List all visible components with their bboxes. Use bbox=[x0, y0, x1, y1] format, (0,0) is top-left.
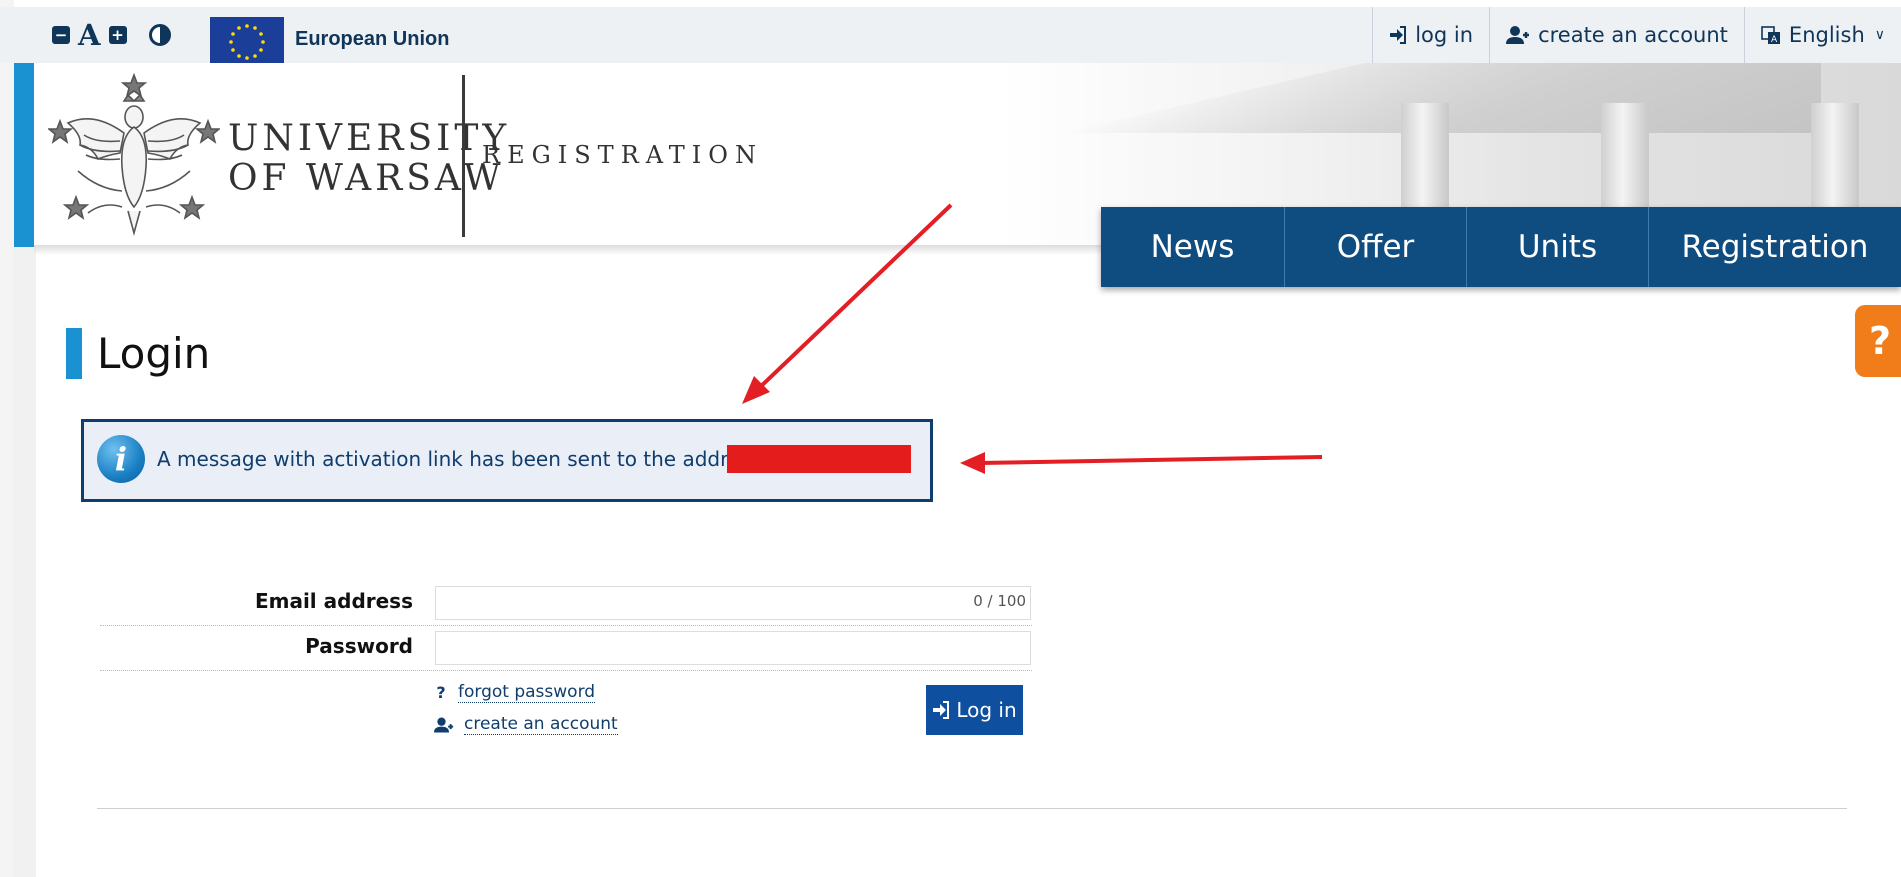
left-strip-inner bbox=[14, 240, 36, 877]
page: − A + European Union log in create an ac… bbox=[0, 0, 1901, 877]
forgot-password-row: ? forgot password bbox=[434, 682, 596, 703]
increase-font-button[interactable]: + bbox=[108, 21, 127, 49]
contrast-icon bbox=[148, 24, 171, 46]
left-strip bbox=[0, 0, 14, 877]
login-button[interactable]: Log in bbox=[926, 685, 1023, 735]
section-divider bbox=[97, 808, 1847, 809]
password-row: Password bbox=[100, 626, 1032, 671]
header-accent bbox=[14, 63, 34, 247]
logo-divider bbox=[462, 75, 465, 237]
page-title: Login bbox=[97, 329, 211, 378]
language-selector[interactable]: A English ∨ bbox=[1743, 7, 1901, 63]
chevron-down-icon: ∨ bbox=[1874, 27, 1885, 43]
main-nav: News Offer Units Registration bbox=[1101, 207, 1901, 287]
email-field[interactable] bbox=[435, 586, 1031, 620]
create-account-link[interactable]: create an account bbox=[464, 714, 618, 735]
user-plus-icon bbox=[434, 717, 454, 732]
forgot-password-link[interactable]: forgot password bbox=[458, 682, 596, 703]
contrast-button[interactable] bbox=[135, 21, 171, 49]
top-nav: log in create an account A English ∨ bbox=[1372, 7, 1901, 63]
question-icon: ? bbox=[436, 683, 446, 702]
university-wordmark-line2: OF WARSAW bbox=[228, 158, 505, 199]
decrease-font-button[interactable]: − bbox=[52, 21, 70, 49]
university-wordmark-line1: UNIVERSITY bbox=[228, 118, 511, 159]
top-nav-login-label: log in bbox=[1415, 23, 1474, 47]
question-icon: ? bbox=[1868, 319, 1892, 363]
redacted-email bbox=[727, 445, 911, 473]
header-shadow bbox=[34, 245, 1121, 255]
increase-font-icon: + bbox=[108, 26, 127, 44]
login-button-label: Log in bbox=[956, 698, 1017, 722]
language-icon: A bbox=[1761, 26, 1780, 45]
main-nav-news[interactable]: News bbox=[1101, 207, 1285, 287]
main-nav-registration[interactable]: Registration bbox=[1649, 207, 1901, 287]
font-size-icon: A bbox=[78, 18, 101, 52]
info-message-text: A message with activation link has been … bbox=[157, 447, 768, 471]
create-account-row: create an account bbox=[434, 714, 618, 735]
top-bar: − A + European Union log in create an ac… bbox=[0, 7, 1901, 67]
arrow-horizontal bbox=[960, 452, 1323, 474]
top-nav-create-account-label: create an account bbox=[1538, 23, 1728, 47]
login-icon bbox=[933, 701, 950, 719]
email-char-counter: 0 / 100 bbox=[973, 592, 1026, 610]
university-wordmark[interactable]: UNIVERSITY OF WARSAW bbox=[228, 119, 510, 199]
main-nav-offer[interactable]: Offer bbox=[1285, 207, 1467, 287]
email-row: Email address 0 / 100 bbox=[100, 581, 1032, 626]
default-font-button[interactable]: A bbox=[78, 18, 101, 52]
svg-text:A: A bbox=[1771, 35, 1778, 45]
password-label: Password bbox=[305, 634, 413, 658]
decrease-font-icon: − bbox=[52, 26, 70, 44]
university-eagle-emblem[interactable] bbox=[46, 71, 222, 239]
registration-section-label[interactable]: REGISTRATION bbox=[482, 141, 763, 169]
accessibility-tools: − A + bbox=[52, 18, 171, 52]
main-nav-units[interactable]: Units bbox=[1467, 207, 1649, 287]
password-field[interactable] bbox=[435, 631, 1031, 665]
top-nav-login[interactable]: log in bbox=[1372, 7, 1489, 63]
info-message: i A message with activation link has bee… bbox=[81, 419, 933, 502]
top-nav-create-account[interactable]: create an account bbox=[1489, 7, 1744, 63]
help-button[interactable]: ? bbox=[1855, 305, 1901, 377]
title-accent bbox=[66, 328, 82, 379]
info-icon: i bbox=[97, 435, 145, 483]
eu-label: European Union bbox=[295, 28, 450, 50]
email-label: Email address bbox=[254, 589, 413, 613]
user-plus-icon bbox=[1506, 26, 1530, 44]
language-label: English bbox=[1788, 23, 1865, 47]
eu-flag-icon bbox=[210, 17, 284, 67]
login-icon bbox=[1390, 26, 1407, 44]
